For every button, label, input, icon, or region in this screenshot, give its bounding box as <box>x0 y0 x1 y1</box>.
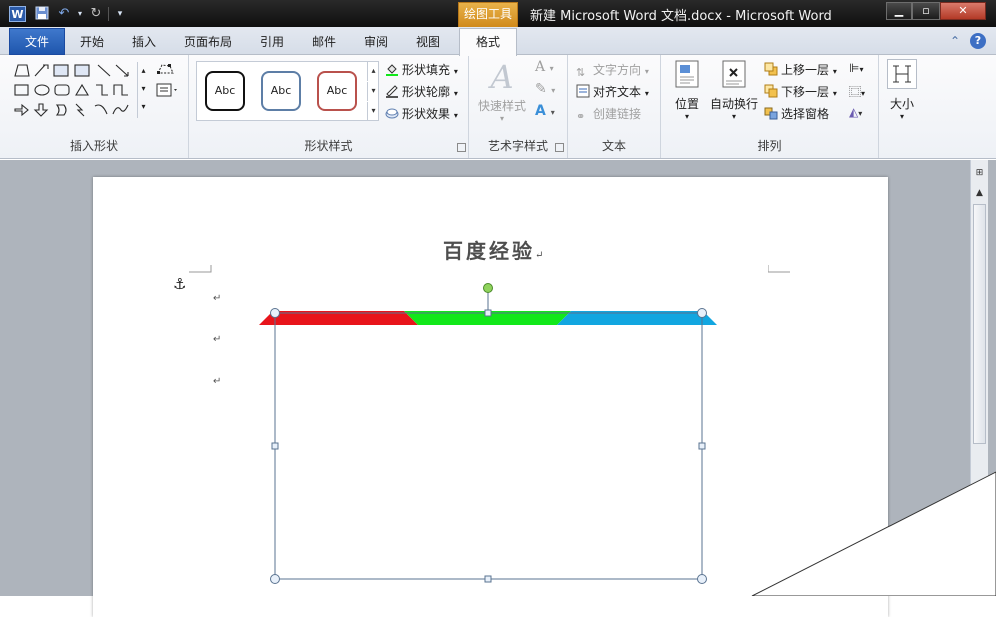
resize-handle-bottom-left[interactable] <box>270 574 280 584</box>
ruler-toggle-icon[interactable]: ⊞ <box>971 165 988 181</box>
resize-handle-top[interactable] <box>484 309 492 317</box>
resize-handle-top-left[interactable] <box>270 308 280 318</box>
scroll-up-arrow[interactable]: ▲ <box>971 185 988 201</box>
rotation-handle[interactable] <box>483 283 493 293</box>
resize-handle-bottom-right[interactable] <box>697 574 707 584</box>
shape-group[interactable] <box>259 283 717 584</box>
vertical-scrollbar[interactable]: ⊞ ▲ <box>970 160 988 596</box>
resize-handle-left[interactable] <box>271 442 279 450</box>
resize-handle-right[interactable] <box>698 442 706 450</box>
tab-format[interactable]: 格式 <box>459 28 517 56</box>
scroll-thumb[interactable] <box>973 204 986 444</box>
selected-rectangle-shape[interactable] <box>274 312 703 580</box>
drawing-canvas <box>259 283 717 584</box>
resize-handle-top-right[interactable] <box>697 308 707 318</box>
resize-handle-bottom[interactable] <box>484 575 492 583</box>
